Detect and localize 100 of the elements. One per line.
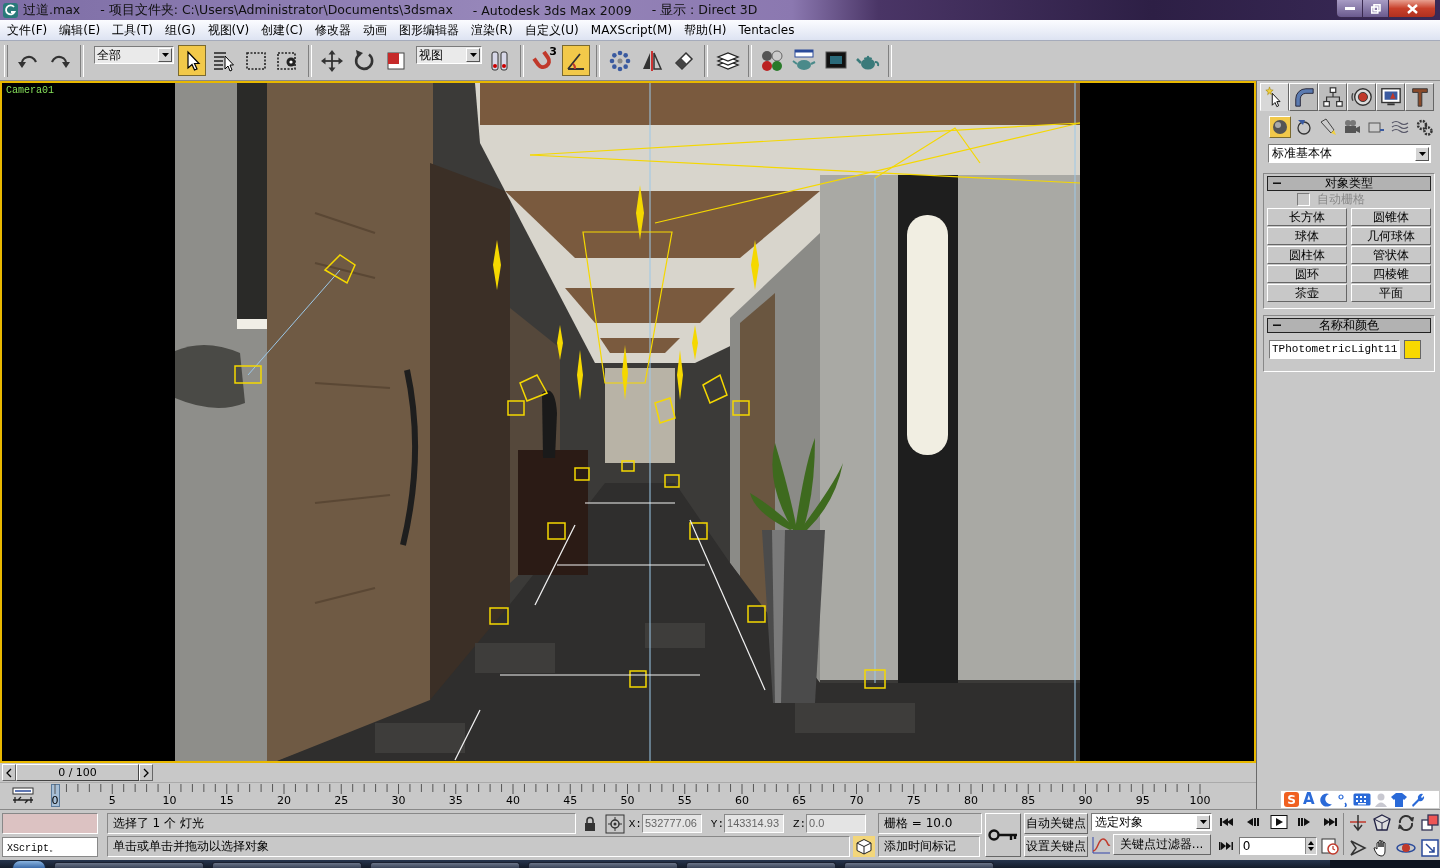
key-filters-button[interactable]: 关键点过滤器... [1112, 834, 1211, 855]
key-set-dropdown[interactable]: 选定对象 [1090, 813, 1213, 831]
play-icon[interactable] [1269, 815, 1288, 829]
start-button[interactable] [12, 860, 46, 868]
primitive-button[interactable]: 圆柱体 [1267, 246, 1347, 264]
taskbar-button[interactable] [686, 862, 836, 868]
camera-icon [1343, 118, 1361, 136]
transform-mode-button[interactable] [604, 813, 625, 834]
menu-item[interactable]: 工具(T) [106, 21, 159, 39]
moon-icon[interactable] [1318, 792, 1333, 807]
sphere-icon [1271, 118, 1289, 136]
time-slider-thumb[interactable]: 0 / 100 [16, 764, 139, 781]
menu-item[interactable]: 编辑(E) [53, 21, 107, 39]
cube-icon[interactable] [1372, 813, 1392, 833]
object-category-dropdown[interactable]: 标准基本体 [1268, 144, 1431, 163]
taskbar-button[interactable] [844, 862, 994, 868]
document-title: 过道.max [23, 1, 81, 19]
geometry-button[interactable] [1269, 116, 1291, 138]
shirt-icon[interactable] [1390, 792, 1407, 807]
primitive-button[interactable]: 球体 [1267, 227, 1347, 245]
hierarchy-tab[interactable] [1318, 83, 1347, 111]
menu-item[interactable]: 帮助(H) [678, 21, 733, 39]
menu-item[interactable]: 渲染(R) [464, 21, 519, 39]
primitive-button[interactable]: 圆锥体 [1351, 208, 1431, 226]
modify-tab[interactable] [1289, 83, 1318, 111]
listener-output-field[interactable] [2, 813, 98, 834]
close-button[interactable] [1389, 0, 1435, 17]
object-name-field[interactable]: TPhotometricLight11 [1269, 340, 1400, 359]
selection-filter-dropdown[interactable]: 全部 [94, 46, 174, 64]
frame-number: 100 [1189, 795, 1211, 807]
menu-item[interactable]: 视图(V) [201, 21, 256, 39]
menu-item[interactable]: 图形编辑器 [392, 21, 465, 39]
app-icon [3, 2, 18, 18]
curve-button[interactable] [1090, 834, 1111, 855]
squares-icon[interactable] [1420, 813, 1440, 833]
wrench-icon[interactable] [1410, 792, 1425, 807]
menu-item[interactable]: 组(G) [158, 21, 202, 39]
minimize-button[interactable] [1337, 0, 1363, 17]
circular-arrows-icon[interactable] [1396, 813, 1416, 833]
next-frame-button[interactable] [139, 764, 153, 781]
frame-number: 0 [51, 795, 59, 807]
taskbar-button[interactable] [54, 862, 204, 868]
down-arrow-line-icon[interactable] [1348, 813, 1368, 833]
rollout-header[interactable]: 名称和颜色 [1267, 318, 1431, 333]
coordinate-field[interactable]: 532777.06 [641, 814, 702, 833]
auto-key-button[interactable]: 自动关键点 [1023, 813, 1088, 834]
time-tag-label[interactable]: 添加时间标记 [877, 836, 980, 857]
set-key-mode-button[interactable]: 设置关键点 [1023, 836, 1088, 857]
primitive-button[interactable]: 茶壶 [1267, 284, 1347, 302]
menu-item[interactable]: 创建(C) [255, 21, 309, 39]
page-clock-icon[interactable] [1321, 837, 1339, 855]
bar-arrow-icon[interactable] [12, 787, 34, 805]
coordinate-field[interactable]: 0.0 [806, 814, 866, 833]
double-arrow-bars-icon[interactable] [1218, 839, 1235, 853]
object-color-swatch[interactable] [1404, 340, 1421, 359]
current-frame-field[interactable]: 0 [1238, 837, 1317, 855]
listener-input-field[interactable]: XScript。 [2, 837, 98, 857]
camera-viewport[interactable]: Camera01 [0, 81, 1256, 763]
pencil-icon [1319, 118, 1337, 136]
primitive-button[interactable]: 长方体 [1267, 208, 1347, 226]
taskbar-button[interactable] [212, 862, 362, 868]
primitive-button[interactable]: 四棱锥 [1351, 265, 1431, 283]
taskbar-button[interactable] [528, 862, 678, 868]
primitive-button[interactable]: 管状体 [1351, 246, 1431, 264]
snap-button[interactable]: 3 [530, 45, 558, 76]
menu-item[interactable]: MAXScript(M) [584, 23, 679, 37]
frame-number: 80 [964, 795, 978, 807]
primitive-button[interactable]: 平面 [1351, 284, 1431, 302]
keyboard-icon[interactable] [1352, 793, 1371, 806]
current-frame-marker[interactable] [50, 784, 60, 807]
create-tab[interactable] [1260, 83, 1289, 111]
frame-spinner[interactable] [1304, 838, 1316, 854]
previous-frame-button[interactable] [2, 764, 16, 781]
angle-snap-button[interactable] [562, 45, 590, 76]
select-button[interactable] [178, 45, 206, 76]
dot-comma-icon[interactable] [1336, 792, 1349, 807]
set-key-button[interactable] [984, 813, 1021, 857]
expand-square-icon[interactable] [1420, 838, 1440, 858]
utilities-tab[interactable] [1405, 83, 1434, 111]
menu-item[interactable]: 文件(F) [1, 21, 54, 39]
frame-number: 50 [620, 795, 635, 807]
restore-button[interactable] [1363, 0, 1389, 17]
triangle-icon[interactable] [1348, 838, 1368, 858]
frame-number: 60 [735, 795, 749, 807]
menu-item[interactable]: Tentacles [732, 23, 801, 37]
menu-item[interactable]: 自定义(U) [518, 21, 585, 39]
rollout-header[interactable]: 对象类型 [1267, 176, 1431, 191]
time-slider-track[interactable]: 0 / 100 [2, 764, 1254, 781]
motion-tab[interactable] [1347, 83, 1376, 111]
display-tab[interactable] [1376, 83, 1405, 111]
primitive-button[interactable]: 圆环 [1267, 265, 1347, 283]
viewport-label[interactable]: Camera01 [6, 85, 54, 96]
menu-item[interactable]: 修改器 [308, 21, 357, 39]
time-tag-button[interactable] [852, 836, 875, 857]
menu-item[interactable]: 动画 [356, 21, 393, 39]
coordinate-field[interactable]: 143314.93 [724, 814, 784, 833]
taskbar-button[interactable] [370, 862, 520, 868]
coordinate-system-dropdown[interactable]: 视图 [416, 46, 482, 64]
input-mode-toggle[interactable]: A [1303, 792, 1315, 807]
primitive-button[interactable]: 几何球体 [1351, 227, 1431, 245]
